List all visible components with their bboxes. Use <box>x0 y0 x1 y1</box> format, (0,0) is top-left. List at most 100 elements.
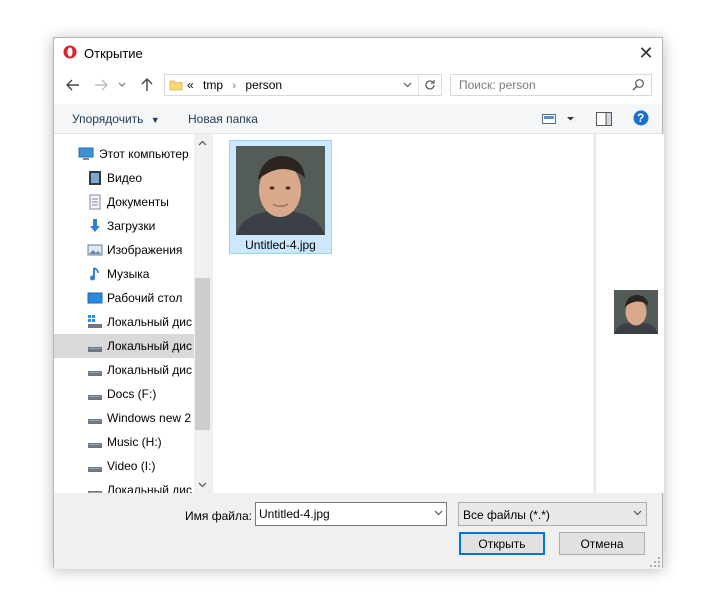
scroll-down-button[interactable] <box>194 476 211 493</box>
chevron-down-icon <box>434 510 443 516</box>
search-icon[interactable] <box>631 78 645 92</box>
address-dropdown-button[interactable] <box>399 77 415 93</box>
sidebar-item-docs-f[interactable]: Docs (F:) <box>54 382 194 406</box>
chevron-down-icon <box>403 82 411 88</box>
refresh-button[interactable] <box>418 75 441 95</box>
breadcrumb-item-person[interactable]: person <box>245 78 282 92</box>
sidebar-item-label: Музыка <box>107 267 150 281</box>
sidebar-item-local-disk-c[interactable]: Локальный дис <box>54 310 194 334</box>
sidebar-item-label: Рабочий стол <box>107 291 183 305</box>
music-folder-icon <box>90 267 99 281</box>
sidebar-item-label: Локальный дис <box>107 363 192 377</box>
back-button[interactable] <box>64 76 82 94</box>
caret-down-icon: ▼ <box>150 115 160 125</box>
breadcrumb-overflow[interactable]: « <box>187 78 194 92</box>
sidebar-item-desktop[interactable]: Рабочий стол <box>54 286 194 310</box>
sidebar-item-windows-new-2[interactable]: Windows new 2 <box>54 406 194 430</box>
drive-icon <box>88 419 102 424</box>
change-view-button[interactable] <box>542 113 576 128</box>
drive-icon <box>88 371 102 376</box>
drive-icon <box>88 467 102 472</box>
sidebar-item-label: Docs (F:) <box>107 387 157 401</box>
sidebar-item-local-disk-d[interactable]: Локальный дис <box>54 334 194 358</box>
cancel-button[interactable]: Отмена <box>559 532 645 555</box>
resize-grip-icon[interactable] <box>650 557 660 567</box>
close-button[interactable]: ✕ <box>630 38 662 68</box>
documents-folder-icon <box>89 194 101 210</box>
image-thumbnail <box>236 146 325 235</box>
help-label: ? <box>637 111 645 125</box>
sidebar-item-local-disk-more[interactable]: Локальный дис <box>54 478 194 493</box>
help-button[interactable]: ? <box>633 110 649 129</box>
sidebar-item-label: Этот компьютер <box>99 147 189 161</box>
forward-button[interactable] <box>92 76 110 94</box>
sidebar-item-downloads[interactable]: Загрузки <box>54 214 194 238</box>
chevron-down-icon <box>198 482 207 487</box>
scroll-up-button[interactable] <box>194 134 211 151</box>
pictures-folder-icon <box>87 244 103 256</box>
sidebar-item-label: Документы <box>107 195 169 209</box>
sidebar-item-pictures[interactable]: Изображения <box>54 238 194 262</box>
video-folder-icon <box>89 171 101 185</box>
organize-label: Упорядочить <box>72 112 144 126</box>
sidebar-item-video-i[interactable]: Video (I:) <box>54 454 194 478</box>
sidebar-item-video[interactable]: Видео <box>54 166 194 190</box>
recent-locations-button[interactable] <box>116 76 128 94</box>
open-button[interactable]: Открыть <box>459 532 545 555</box>
navigation-bar: « tmp › person <box>54 68 662 104</box>
organize-menu-button[interactable]: Упорядочить ▼ <box>72 112 160 126</box>
title-bar: Открытие ✕ <box>54 38 662 68</box>
sidebar-item-label: Windows new 2 <box>107 411 192 425</box>
opera-icon <box>63 45 77 59</box>
desktop-folder-icon <box>87 292 103 304</box>
filename-label: Имя файла: <box>185 509 252 523</box>
computer-icon <box>78 147 94 160</box>
refresh-icon <box>425 80 435 90</box>
filename-dropdown-button[interactable] <box>434 507 443 519</box>
sidebar-item-music[interactable]: Музыка <box>54 262 194 286</box>
search-input[interactable] <box>451 75 629 95</box>
new-folder-label: Новая папка <box>188 112 258 126</box>
drive-icon <box>88 347 102 352</box>
filetype-value: Все файлы (*.*) <box>463 508 550 522</box>
sidebar-item-label: Локальный дис <box>107 483 192 493</box>
filename-input[interactable] <box>256 503 424 525</box>
sidebar-item-label: Видео <box>107 171 143 185</box>
drive-icon <box>88 491 102 493</box>
breadcrumb-item-tmp[interactable]: tmp <box>203 78 223 92</box>
scrollbar-thumb[interactable] <box>195 278 210 430</box>
system-drive-icon <box>88 315 102 328</box>
navigation-pane: Этот компьютер Видео Документы Загрузки <box>54 134 211 493</box>
search-box <box>450 74 652 96</box>
sidebar-item-label: Локальный дис <box>107 339 192 353</box>
address-bar[interactable]: « tmp › person <box>164 74 442 96</box>
sidebar-item-documents[interactable]: Документы <box>54 190 194 214</box>
window-title: Открытие <box>84 46 143 61</box>
breadcrumb-separator-icon: › <box>232 80 237 92</box>
sidebar-scrollbar[interactable] <box>194 134 211 493</box>
preview-pane-button[interactable] <box>596 112 612 129</box>
sidebar-item-label: Локальный дис <box>107 315 192 329</box>
command-toolbar: Упорядочить ▼ Новая папка ? <box>54 104 662 134</box>
preview-pane <box>595 134 664 493</box>
sidebar-item-label: Изображения <box>107 243 183 257</box>
sidebar-item-local-disk-e[interactable]: Локальный дис <box>54 358 194 382</box>
filetype-select[interactable]: Все файлы (*.*) <box>458 502 647 526</box>
downloads-folder-icon <box>90 219 100 232</box>
chevron-up-icon <box>198 140 207 145</box>
chevron-down-icon <box>118 82 126 87</box>
file-item[interactable]: Untitled-4.jpg <box>229 140 332 254</box>
arrow-right-icon <box>95 79 108 91</box>
up-button[interactable] <box>138 76 156 94</box>
sidebar-item-music-h[interactable]: Music (H:) <box>54 430 194 454</box>
sidebar-item-label: Video (I:) <box>107 459 156 473</box>
filename-combobox <box>255 502 447 526</box>
file-list: Untitled-4.jpg <box>213 134 593 493</box>
sidebar-item-this-pc[interactable]: Этот компьютер <box>54 142 194 166</box>
new-folder-button[interactable]: Новая папка <box>188 112 258 126</box>
folder-icon <box>169 80 183 91</box>
open-file-dialog: Открытие ✕ « tmp › person Поиск: person … <box>53 37 664 569</box>
close-icon: ✕ <box>638 42 654 63</box>
drive-icon <box>88 395 102 400</box>
file-name: Untitled-4.jpg <box>245 238 316 252</box>
